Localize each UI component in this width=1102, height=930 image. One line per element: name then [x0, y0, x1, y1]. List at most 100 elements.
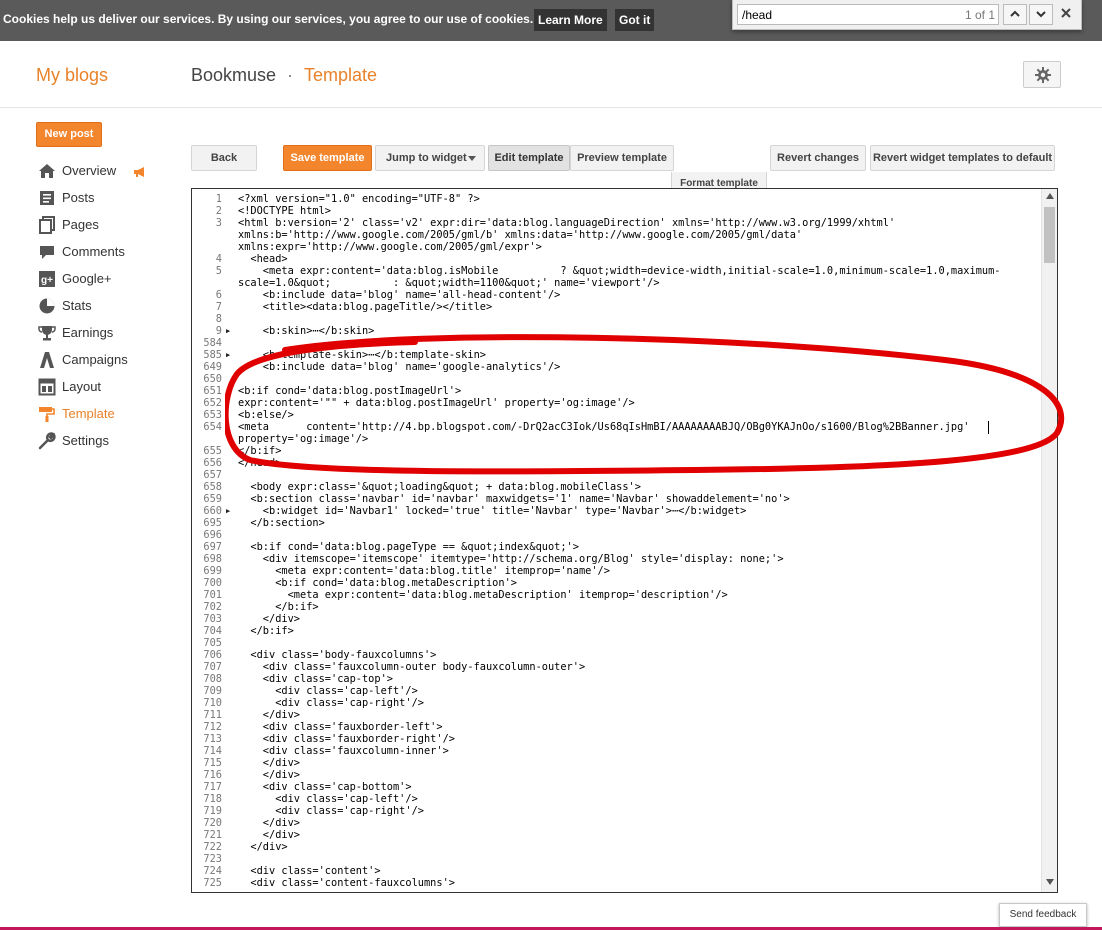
- code-line[interactable]: 7 <title><data:blog.pageTitle/></title>: [192, 301, 1042, 313]
- megaphone-icon: [134, 167, 144, 177]
- find-input[interactable]: [737, 4, 999, 25]
- code-line[interactable]: 654 <meta content='http://4.bp.blogspot.c…: [192, 421, 1042, 433]
- edit-template-button[interactable]: Edit template: [488, 145, 570, 171]
- code-line[interactable]: 651 <b:if cond='data:blog.postImageUrl'>: [192, 385, 1042, 397]
- code-line[interactable]: 659 <b:section class='navbar' id='navbar…: [192, 493, 1042, 505]
- preview-template-button[interactable]: Preview template: [570, 145, 674, 171]
- back-button[interactable]: Back: [191, 145, 257, 171]
- find-count: 1 of 1: [965, 8, 996, 22]
- got-it-button[interactable]: Got it: [615, 9, 655, 31]
- code-line[interactable]: 658 <body expr:class='&quot;loading&quot…: [192, 481, 1042, 493]
- code-line[interactable]: 722 </div>: [192, 841, 1042, 853]
- revert-changes-button[interactable]: Revert changes: [770, 145, 866, 171]
- sidebar-item-pages[interactable]: Pages: [36, 214, 176, 236]
- code-line[interactable]: 707 <div class='fauxcolumn-outer body-fa…: [192, 661, 1042, 673]
- code-line[interactable]: 708 <div class='cap-top'>: [192, 673, 1042, 685]
- code-line[interactable]: 649 <b:include data='blog' name='google-…: [192, 361, 1042, 373]
- sidebar-item-stats[interactable]: Stats: [36, 295, 176, 317]
- code-line[interactable]: 698 <div itemscope='itemscope' itemtype=…: [192, 553, 1042, 565]
- code-line[interactable]: 8: [192, 313, 1042, 325]
- code-line[interactable]: 703 </div>: [192, 613, 1042, 625]
- code-line[interactable]: 705: [192, 637, 1042, 649]
- my-blogs-link[interactable]: My blogs: [36, 65, 108, 86]
- revert-widget-templates-button[interactable]: Revert widget templates to default: [870, 145, 1055, 171]
- code-line[interactable]: 696: [192, 529, 1042, 541]
- code-line[interactable]: 3 <html b:version='2' class='v2' expr:dir…: [192, 217, 1042, 229]
- sidebar-item-google-plus[interactable]: g+ Google+: [36, 268, 176, 290]
- code-line[interactable]: 724 <div class='content'>: [192, 865, 1042, 877]
- code-line[interactable]: 712 <div class='fauxborder-left'>: [192, 721, 1042, 733]
- scroll-down-icon[interactable]: [1046, 879, 1054, 885]
- code-line[interactable]: 656 </head>: [192, 457, 1042, 469]
- code-line[interactable]: 702 </b:if>: [192, 601, 1042, 613]
- template-code-editor[interactable]: 1 <?xml version="1.0" encoding="UTF-8" ?>…: [191, 188, 1058, 893]
- code-line[interactable]: 721 </div>: [192, 829, 1042, 841]
- code-line[interactable]: 584: [192, 337, 1042, 349]
- code-line[interactable]: 713 <div class='fauxborder-right'/>: [192, 733, 1042, 745]
- code-line[interactable]: 9 ▶ <b:skin>⋯</b:skin>: [192, 325, 1042, 337]
- code-line[interactable]: 723: [192, 853, 1042, 865]
- sidebar-item-campaigns[interactable]: Campaigns: [36, 349, 176, 371]
- code-line[interactable]: 709 <div class='cap-left'/>: [192, 685, 1042, 697]
- code-line[interactable]: scale=1.0&quot; : &quot;width=1100&quot;…: [192, 277, 1042, 289]
- code-line[interactable]: property='og:image'/>: [192, 433, 1042, 445]
- code-line[interactable]: 718 <div class='cap-left'/>: [192, 793, 1042, 805]
- settings-button[interactable]: [1023, 61, 1061, 88]
- learn-more-button[interactable]: Learn More: [534, 9, 607, 31]
- sidebar-item-template[interactable]: Template: [36, 403, 176, 425]
- sidebar-item-label: Posts: [62, 190, 95, 205]
- code-line[interactable]: 5 <meta expr:content='data:blog.isMobile…: [192, 265, 1042, 277]
- code-line[interactable]: 697 <b:if cond='data:blog.pageType == &q…: [192, 541, 1042, 553]
- find-next-button[interactable]: [1029, 4, 1053, 25]
- code-line[interactable]: 716 </div>: [192, 769, 1042, 781]
- sidebar-item-posts[interactable]: Posts: [36, 187, 176, 209]
- send-feedback-button[interactable]: Send feedback: [999, 903, 1087, 927]
- code-area[interactable]: 1 <?xml version="1.0" encoding="UTF-8" ?>…: [192, 193, 1042, 889]
- code-line[interactable]: 711 </div>: [192, 709, 1042, 721]
- code-line[interactable]: 701 <meta expr:content='data:blog.metaDe…: [192, 589, 1042, 601]
- code-line[interactable]: 2 <!DOCTYPE html>: [192, 205, 1042, 217]
- code-line[interactable]: xmlns:expr='http://www.google.com/2005/g…: [192, 241, 1042, 253]
- code-line[interactable]: 699 <meta expr:content='data:blog.title'…: [192, 565, 1042, 577]
- code-line[interactable]: 715 </div>: [192, 757, 1042, 769]
- code-line[interactable]: 4 <head>: [192, 253, 1042, 265]
- fold-toggle-icon[interactable]: ▶: [226, 505, 230, 517]
- code-line[interactable]: 720 </div>: [192, 817, 1042, 829]
- sidebar-item-overview[interactable]: Overview: [36, 160, 176, 182]
- new-post-button[interactable]: New post: [36, 122, 102, 147]
- code-line[interactable]: 657: [192, 469, 1042, 481]
- sidebar-item-comments[interactable]: Comments: [36, 241, 176, 263]
- sidebar-item-layout[interactable]: Layout: [36, 376, 176, 398]
- code-line[interactable]: 695 </b:section>: [192, 517, 1042, 529]
- fold-toggle-icon[interactable]: ▶: [226, 349, 230, 361]
- scroll-thumb[interactable]: [1044, 207, 1055, 263]
- code-line[interactable]: xmlns:b='http://www.google.com/2005/gml/…: [192, 229, 1042, 241]
- code-line[interactable]: 714 <div class='fauxcolumn-inner'>: [192, 745, 1042, 757]
- code-line[interactable]: 655 </b:if>: [192, 445, 1042, 457]
- code-line[interactable]: 660 ▶ <b:widget id='Navbar1' locked='true…: [192, 505, 1042, 517]
- editor-scrollbar[interactable]: [1041, 189, 1057, 892]
- code-line[interactable]: 710 <div class='cap-right'/>: [192, 697, 1042, 709]
- sidebar-item-settings[interactable]: Settings: [36, 430, 176, 452]
- format-template-button[interactable]: Format template: [671, 172, 767, 189]
- code-line[interactable]: 652 expr:content='"" + data:blog.postImag…: [192, 397, 1042, 409]
- sidebar-item-earnings[interactable]: Earnings: [36, 322, 176, 344]
- code-line[interactable]: 725 <div class='content-fauxcolumns'>: [192, 877, 1042, 889]
- code-line[interactable]: 706 <div class='body-fauxcolumns'>: [192, 649, 1042, 661]
- code-line[interactable]: 585 ▶ <b:template-skin>⋯</b:template-skin…: [192, 349, 1042, 361]
- code-line[interactable]: 717 <div class='cap-bottom'>: [192, 781, 1042, 793]
- code-line[interactable]: 653 <b:else/>: [192, 409, 1042, 421]
- code-line[interactable]: 650: [192, 373, 1042, 385]
- find-close-button[interactable]: [1061, 5, 1071, 21]
- save-template-button[interactable]: Save template: [283, 145, 372, 171]
- code-text: expr:content='"" + data:blog.postImageUr…: [238, 397, 635, 409]
- fold-toggle-icon[interactable]: ▶: [226, 325, 230, 337]
- code-line[interactable]: 6 <b:include data='blog' name='all-head-…: [192, 289, 1042, 301]
- code-line[interactable]: 700 <b:if cond='data:blog.metaDescriptio…: [192, 577, 1042, 589]
- jump-to-widget-dropdown[interactable]: Jump to widget: [375, 145, 485, 171]
- code-line[interactable]: 1 <?xml version="1.0" encoding="UTF-8" ?>: [192, 193, 1042, 205]
- code-line[interactable]: 719 <div class='cap-right'/>: [192, 805, 1042, 817]
- code-line[interactable]: 704 </b:if>: [192, 625, 1042, 637]
- find-prev-button[interactable]: [1003, 4, 1027, 25]
- scroll-up-icon[interactable]: [1046, 193, 1054, 199]
